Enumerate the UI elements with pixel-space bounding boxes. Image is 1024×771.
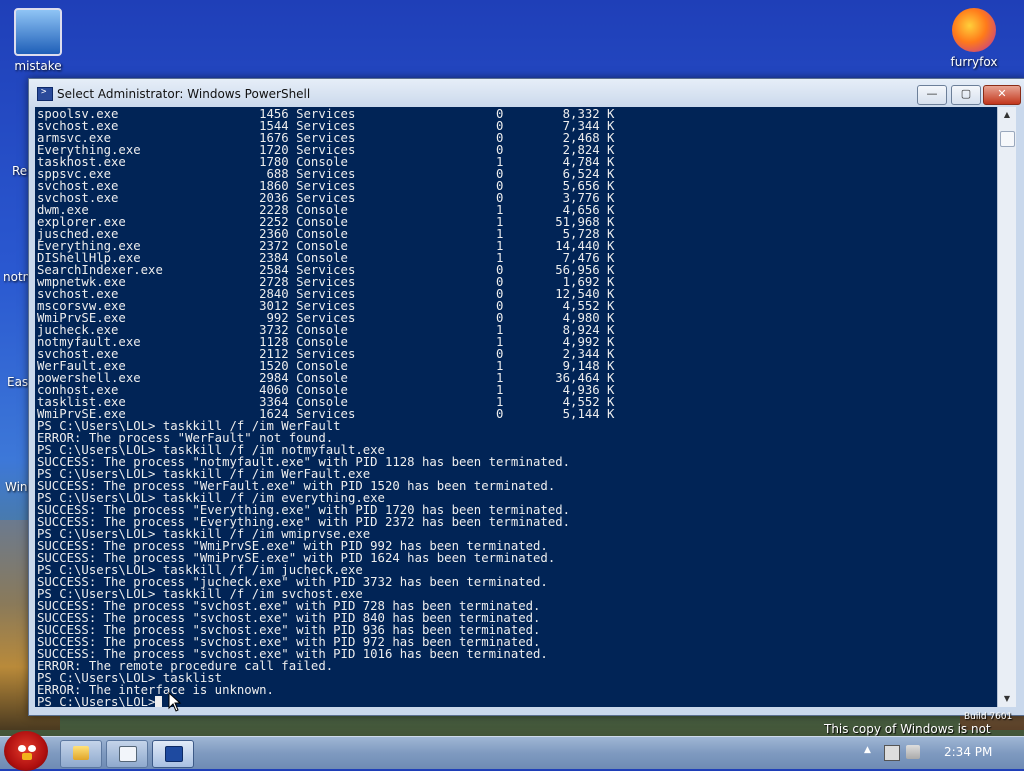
- window-title: Select Administrator: Windows PowerShell: [57, 87, 311, 101]
- desktop-icon-label: mistake: [14, 59, 62, 73]
- start-eye: [18, 745, 26, 752]
- taskbar: ▲ 2:34 PM: [0, 731, 1024, 771]
- start-beak: [22, 753, 32, 760]
- system-tray: ▲ 2:34 PM: [854, 737, 1024, 769]
- desktop-icon-furryfox[interactable]: furryfox: [938, 8, 1010, 69]
- desktop-icon-mistake[interactable]: mistake: [2, 8, 74, 73]
- mouse-pointer-icon: [168, 692, 182, 712]
- desktop-partial-label[interactable]: Re: [12, 164, 27, 178]
- console-output[interactable]: spoolsv.exe 1456 Services 0 8,332 K svch…: [35, 107, 997, 707]
- tray-expand-icon[interactable]: ▲: [864, 745, 871, 755]
- computer-icon: [14, 8, 62, 56]
- taskbar-button-window[interactable]: [106, 740, 148, 768]
- start-eye: [28, 745, 36, 752]
- clock[interactable]: 2:34 PM: [944, 745, 992, 759]
- desktop-partial-label[interactable]: Win: [5, 480, 28, 494]
- scroll-down-icon[interactable]: ▼: [998, 691, 1016, 707]
- console-prompt[interactable]: PS C:\Users\LOL>: [37, 695, 155, 707]
- maximize-button[interactable]: ▢: [951, 85, 981, 105]
- close-button[interactable]: ✕: [983, 85, 1021, 105]
- title-bar[interactable]: Select Administrator: Windows PowerShell…: [29, 79, 1024, 107]
- action-center-icon[interactable]: [884, 745, 900, 761]
- network-icon[interactable]: [906, 745, 920, 759]
- console-text: spoolsv.exe 1456 Services 0 8,332 K svch…: [35, 107, 997, 707]
- desktop-icon-label: furryfox: [950, 55, 998, 69]
- minimize-button[interactable]: —: [917, 85, 947, 105]
- powershell-icon: [37, 87, 53, 101]
- desktop-partial-label[interactable]: notn: [3, 270, 30, 284]
- window-icon: [119, 746, 137, 762]
- scroll-thumb[interactable]: [1000, 131, 1015, 147]
- powershell-icon: [165, 746, 183, 762]
- text-cursor: [155, 696, 163, 707]
- scroll-up-icon[interactable]: ▲: [998, 107, 1016, 123]
- taskbar-button-explorer[interactable]: [60, 740, 102, 768]
- powershell-window[interactable]: Select Administrator: Windows PowerShell…: [28, 78, 1024, 716]
- watermark-build: Build 7601: [964, 712, 1013, 722]
- folder-icon: [73, 746, 89, 760]
- vertical-scrollbar[interactable]: ▲ ▼: [997, 107, 1016, 707]
- start-button[interactable]: [4, 731, 48, 771]
- taskbar-button-powershell[interactable]: [152, 740, 194, 768]
- firefox-icon: [952, 8, 996, 52]
